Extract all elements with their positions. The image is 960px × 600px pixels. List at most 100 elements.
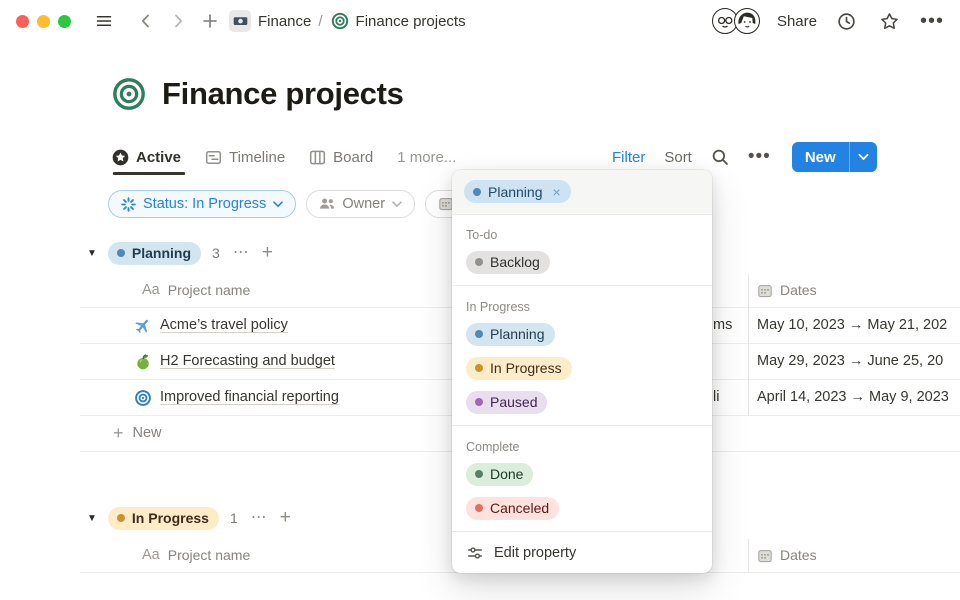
- status-chip[interactable]: Backlog: [466, 251, 550, 274]
- status-spinner-icon: [121, 197, 136, 212]
- column-header-dates[interactable]: Dates: [780, 539, 817, 572]
- group-add-icon[interactable]: +: [280, 513, 291, 523]
- view-toolbar: Filter Sort ••• New: [612, 141, 877, 173]
- sort-button[interactable]: Sort: [664, 149, 692, 166]
- status-chip[interactable]: Canceled: [466, 497, 559, 520]
- project-name-link[interactable]: Acme’s travel policy: [160, 308, 288, 343]
- breadcrumb-page[interactable]: Finance projects: [356, 13, 466, 30]
- remove-tag-icon[interactable]: ×: [553, 184, 561, 200]
- collaborator-avatars[interactable]: [712, 8, 760, 34]
- option-group-label: To-do: [452, 220, 712, 245]
- sliders-icon: [467, 545, 483, 561]
- status-option[interactable]: Backlog: [452, 245, 712, 279]
- project-name-link[interactable]: H2 Forecasting and budget: [160, 344, 335, 379]
- occluded-column: [712, 539, 748, 572]
- search-icon[interactable]: [711, 148, 729, 166]
- more-options-icon[interactable]: •••: [920, 16, 944, 26]
- text-type-icon: Aa: [142, 539, 160, 572]
- status-dot: [475, 398, 483, 406]
- status-option[interactable]: Done: [452, 457, 712, 491]
- status-chip[interactable]: Paused: [466, 391, 547, 414]
- timeline-icon: [205, 149, 222, 166]
- divider: [452, 285, 712, 286]
- filter-button[interactable]: Filter: [612, 149, 645, 166]
- plus-icon: +: [113, 416, 124, 451]
- option-group-label: Complete: [452, 432, 712, 457]
- group-status-chip[interactable]: Planning: [108, 242, 201, 265]
- status-filter-dropdown: Planning× To-do Backlog In Progress Plan…: [452, 170, 712, 573]
- group-more-icon[interactable]: ⋯: [233, 248, 249, 258]
- edit-property-button[interactable]: Edit property: [452, 531, 712, 573]
- close-window-button[interactable]: [16, 15, 29, 28]
- page-title[interactable]: Finance projects: [162, 76, 404, 112]
- column-header-project-name[interactable]: Project name: [168, 274, 250, 307]
- occluded-cell-text: li: [712, 380, 748, 415]
- selected-tag-chip[interactable]: Planning×: [464, 180, 571, 203]
- occluded-cell-text: [712, 344, 748, 379]
- text-type-icon: Aa: [142, 274, 160, 307]
- share-button[interactable]: Share: [777, 13, 817, 30]
- project-name-link[interactable]: Improved financial reporting: [160, 380, 339, 415]
- breadcrumb-separator: /: [318, 13, 322, 30]
- dates-cell[interactable]: April 14, 2023 → May 9, 2023: [748, 380, 960, 415]
- new-chevron-down-icon[interactable]: [849, 142, 877, 172]
- group-count: 3: [212, 245, 220, 261]
- status-dot: [117, 514, 125, 522]
- status-chip[interactable]: In Progress: [466, 357, 572, 380]
- occluded-column: [712, 274, 748, 307]
- filter-chips-row: Status: In Progress Owner: [108, 190, 503, 218]
- calendar-icon: [757, 548, 773, 564]
- hamburger-icon[interactable]: [91, 8, 117, 34]
- collapse-triangle-icon[interactable]: ▼: [87, 248, 97, 259]
- tab-active[interactable]: Active: [112, 149, 181, 166]
- avatar[interactable]: [734, 8, 760, 34]
- airplane-icon: [134, 317, 152, 335]
- maximize-window-button[interactable]: [58, 15, 71, 28]
- more-views-link[interactable]: 1 more...: [397, 149, 456, 166]
- owner-filter-chip[interactable]: Owner: [306, 190, 415, 218]
- group-more-icon[interactable]: ⋯: [251, 513, 267, 523]
- new-button[interactable]: New: [792, 142, 877, 172]
- status-option[interactable]: Planning: [452, 317, 712, 351]
- breadcrumb-team[interactable]: Finance: [258, 13, 311, 30]
- page-header: Finance projects: [112, 76, 404, 112]
- column-header-project-name[interactable]: Project name: [168, 539, 250, 572]
- status-dot: [117, 249, 125, 257]
- minimize-window-button[interactable]: [37, 15, 50, 28]
- chevron-down-icon: [273, 201, 283, 208]
- status-chip[interactable]: Done: [466, 463, 533, 486]
- selected-tags-input[interactable]: Planning×: [452, 170, 712, 215]
- tab-board[interactable]: Board: [309, 149, 373, 166]
- column-header-dates[interactable]: Dates: [780, 274, 817, 307]
- view-more-icon[interactable]: •••: [748, 153, 771, 161]
- active-tab-underline: [113, 172, 185, 175]
- clock-icon[interactable]: [834, 8, 860, 34]
- status-option[interactable]: Canceled: [452, 491, 712, 525]
- dates-cell[interactable]: May 10, 2023 → May 21, 202: [748, 308, 960, 343]
- page-target-icon[interactable]: [112, 77, 146, 111]
- status-dot: [475, 364, 483, 372]
- divider: [452, 425, 712, 426]
- group-status-chip[interactable]: In Progress: [108, 507, 219, 530]
- new-page-plus-icon[interactable]: [197, 8, 223, 34]
- star-icon[interactable]: [877, 8, 903, 34]
- status-option[interactable]: Paused: [452, 385, 712, 419]
- group-count: 1: [230, 510, 238, 526]
- group-add-icon[interactable]: +: [262, 248, 273, 258]
- option-group-label: In Progress: [452, 292, 712, 317]
- banknote-icon[interactable]: [229, 10, 251, 32]
- status-filter-chip[interactable]: Status: In Progress: [108, 190, 296, 218]
- status-dot: [475, 504, 483, 512]
- status-dot: [475, 470, 483, 478]
- dates-cell[interactable]: May 29, 2023 → June 25, 20: [748, 344, 960, 379]
- collapse-triangle-icon[interactable]: ▼: [87, 513, 97, 524]
- status-chip[interactable]: Planning: [466, 323, 555, 346]
- status-dot: [475, 258, 483, 266]
- status-dot: [475, 330, 483, 338]
- tab-timeline[interactable]: Timeline: [205, 149, 285, 166]
- status-option[interactable]: In Progress: [452, 351, 712, 385]
- star-badge-icon: [112, 149, 129, 166]
- chevron-down-icon: [392, 201, 402, 208]
- forward-chevron-icon[interactable]: [165, 8, 191, 34]
- back-chevron-icon[interactable]: [133, 8, 159, 34]
